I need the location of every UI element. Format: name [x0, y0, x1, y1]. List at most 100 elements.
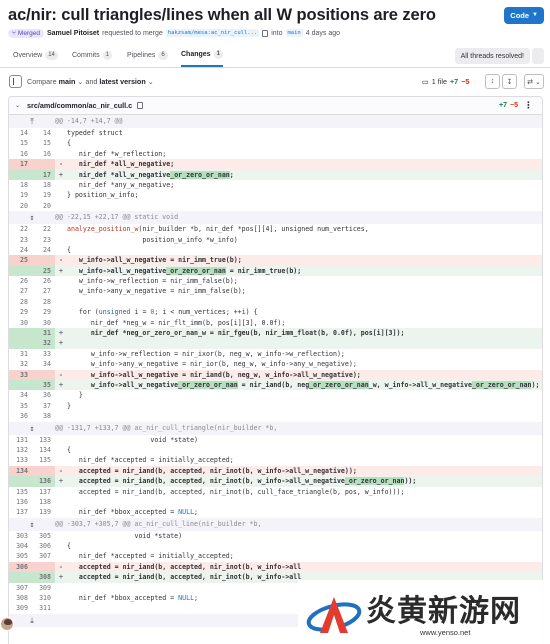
- old-line-number[interactable]: 303: [9, 531, 32, 541]
- old-line-number[interactable]: 30: [9, 318, 32, 328]
- expand-lines-icon[interactable]: ↕: [9, 518, 55, 531]
- new-line-number[interactable]: 307: [32, 551, 55, 561]
- old-line-number[interactable]: 19: [9, 190, 32, 200]
- new-line-number[interactable]: 19: [32, 190, 55, 200]
- new-line-number[interactable]: 34: [32, 359, 55, 369]
- file-path[interactable]: src/amd/common/ac_nir_cull.c: [27, 101, 132, 110]
- old-line-number[interactable]: 16: [9, 149, 32, 159]
- new-line-number[interactable]: 32: [32, 338, 55, 349]
- old-line-number[interactable]: 135: [9, 487, 32, 497]
- new-line-number[interactable]: 139: [32, 507, 55, 517]
- old-line-number[interactable]: 308: [9, 593, 32, 603]
- old-line-number[interactable]: 15: [9, 138, 32, 148]
- new-line-number[interactable]: 33: [32, 349, 55, 359]
- old-line-number[interactable]: 307: [9, 583, 32, 593]
- expand-up-icon[interactable]: ⤒: [9, 115, 55, 128]
- new-line-number[interactable]: 27: [32, 286, 55, 296]
- new-line-number[interactable]: [32, 159, 55, 170]
- old-line-number[interactable]: 27: [9, 286, 32, 296]
- old-line-number[interactable]: 28: [9, 297, 32, 307]
- old-line-number[interactable]: 304: [9, 541, 32, 551]
- base-version-dropdown[interactable]: main: [59, 77, 76, 86]
- old-line-number[interactable]: 14: [9, 128, 32, 138]
- old-line-number[interactable]: 20: [9, 201, 32, 211]
- new-line-number[interactable]: [32, 465, 55, 477]
- new-line-number[interactable]: 138: [32, 497, 55, 507]
- new-line-number[interactable]: [32, 561, 55, 573]
- old-line-number[interactable]: 309: [9, 603, 32, 613]
- new-line-number[interactable]: 134: [32, 445, 55, 455]
- old-line-number[interactable]: 34: [9, 390, 32, 400]
- source-branch[interactable]: hakzsam/mesa:ac_nir_cull...: [165, 29, 260, 37]
- new-line-number[interactable]: 17: [32, 169, 55, 180]
- new-line-number[interactable]: 31: [32, 328, 55, 339]
- old-line-number[interactable]: [9, 572, 32, 583]
- old-line-number[interactable]: 17: [9, 159, 32, 170]
- old-line-number[interactable]: 136: [9, 497, 32, 507]
- new-line-number[interactable]: 26: [32, 276, 55, 286]
- old-line-number[interactable]: 306: [9, 561, 32, 573]
- new-line-number[interactable]: 16: [32, 149, 55, 159]
- new-line-number[interactable]: 30: [32, 318, 55, 328]
- old-line-number[interactable]: 32: [9, 359, 32, 369]
- old-line-number[interactable]: [9, 169, 32, 180]
- old-line-number[interactable]: 26: [9, 276, 32, 286]
- previous-file-button[interactable]: ↕: [485, 74, 500, 89]
- old-line-number[interactable]: 137: [9, 507, 32, 517]
- diff-settings-button[interactable]: ⇄ ⌄: [524, 74, 544, 89]
- tab-pipelines[interactable]: Pipelines 6: [127, 44, 168, 67]
- old-line-number[interactable]: 132: [9, 445, 32, 455]
- new-line-number[interactable]: 25: [32, 265, 55, 277]
- old-line-number[interactable]: 134: [9, 465, 32, 477]
- tab-overview[interactable]: Overview 14: [13, 44, 58, 67]
- new-line-number[interactable]: 29: [32, 307, 55, 317]
- old-line-number[interactable]: 18: [9, 180, 32, 190]
- new-line-number[interactable]: 306: [32, 541, 55, 551]
- old-line-number[interactable]: 305: [9, 551, 32, 561]
- new-line-number[interactable]: 309: [32, 583, 55, 593]
- avatar[interactable]: [0, 617, 14, 631]
- old-line-number[interactable]: 31: [9, 349, 32, 359]
- author-link[interactable]: Samuel Pitoiset: [47, 30, 99, 37]
- files-count[interactable]: 1 file: [432, 77, 447, 86]
- old-line-number[interactable]: 22: [9, 224, 32, 234]
- new-line-number[interactable]: 14: [32, 128, 55, 138]
- new-line-number[interactable]: 311: [32, 603, 55, 613]
- old-line-number[interactable]: [9, 476, 32, 487]
- head-version-dropdown[interactable]: latest version: [99, 77, 145, 86]
- new-line-number[interactable]: 137: [32, 487, 55, 497]
- new-line-number[interactable]: [32, 369, 55, 380]
- new-line-number[interactable]: 23: [32, 235, 55, 245]
- tab-changes[interactable]: Changes 1: [181, 44, 223, 67]
- new-line-number[interactable]: 36: [32, 390, 55, 400]
- old-line-number[interactable]: [9, 265, 32, 277]
- old-line-number[interactable]: [9, 338, 32, 349]
- chevron-down-icon[interactable]: ⌄: [15, 102, 20, 109]
- file-tree-toggle-icon[interactable]: [9, 75, 22, 88]
- old-line-number[interactable]: 25: [9, 255, 32, 266]
- tab-commits[interactable]: Commits 1: [72, 44, 112, 67]
- old-line-number[interactable]: [9, 328, 32, 339]
- new-line-number[interactable]: 305: [32, 531, 55, 541]
- new-line-number[interactable]: 135: [32, 455, 55, 465]
- old-line-number[interactable]: [9, 379, 32, 391]
- old-line-number[interactable]: 23: [9, 235, 32, 245]
- expand-lines-icon[interactable]: ↕: [9, 211, 55, 224]
- copy-file-path-icon[interactable]: [137, 102, 144, 109]
- old-line-number[interactable]: 131: [9, 435, 32, 445]
- new-line-number[interactable]: 136: [32, 476, 55, 487]
- new-line-number[interactable]: 35: [32, 379, 55, 391]
- expand-down-icon[interactable]: ⤓: [9, 614, 55, 627]
- old-line-number[interactable]: 29: [9, 307, 32, 317]
- old-line-number[interactable]: 35: [9, 401, 32, 411]
- new-line-number[interactable]: 28: [32, 297, 55, 307]
- new-line-number[interactable]: 20: [32, 201, 55, 211]
- target-branch[interactable]: main: [285, 29, 303, 37]
- code-button[interactable]: Code ▼: [504, 6, 544, 24]
- new-line-number[interactable]: 37: [32, 401, 55, 411]
- new-line-number[interactable]: [32, 255, 55, 266]
- next-file-button[interactable]: ↧: [502, 74, 517, 89]
- new-line-number[interactable]: 22: [32, 224, 55, 234]
- more-actions-icon[interactable]: ⋮: [524, 100, 533, 111]
- new-line-number[interactable]: 24: [32, 245, 55, 255]
